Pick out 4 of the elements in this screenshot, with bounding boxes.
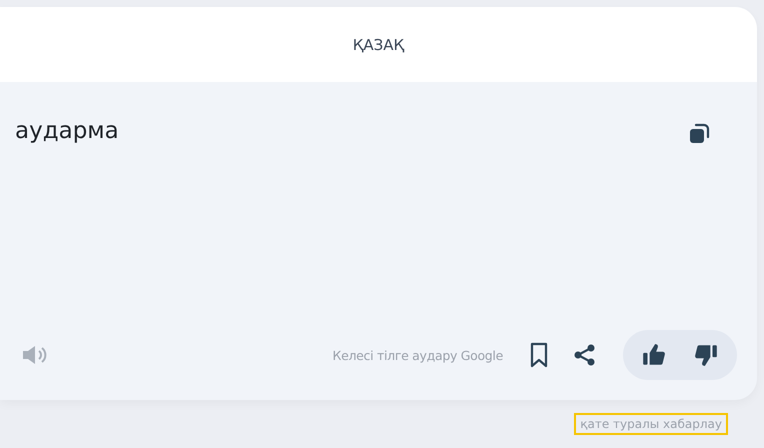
next-language-hint: Келесі тілге аудару Google <box>332 348 503 362</box>
language-label: ҚАЗАҚ <box>352 36 404 54</box>
translation-text: аударма <box>15 118 119 146</box>
report-error-link[interactable]: қате туралы хабарлау <box>574 413 728 435</box>
